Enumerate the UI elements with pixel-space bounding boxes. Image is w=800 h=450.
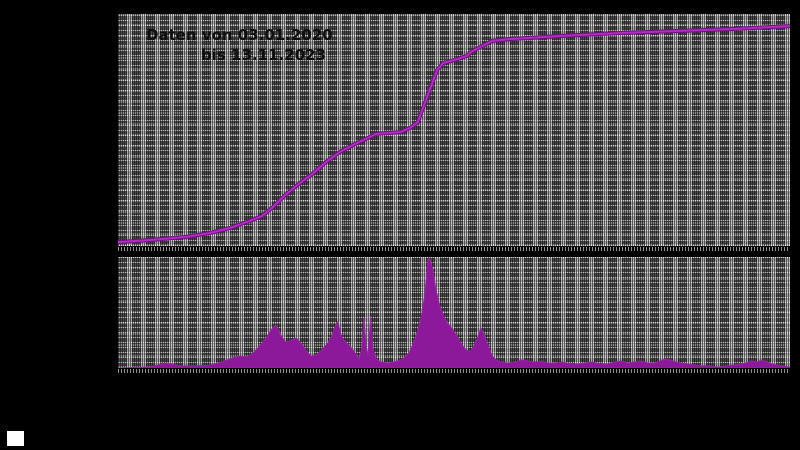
annotation-line-2: bis 13.11.2023 [201, 46, 326, 64]
daily-panel [118, 257, 790, 368]
daily-area-chart [118, 257, 790, 368]
cumulative-panel: Daten von 03.01.2020 bis 13.11.2023 [118, 14, 790, 246]
chart-canvas: Daten von 03.01.2020 bis 13.11.2023 [0, 0, 800, 450]
annotation-line-1: Daten von 03.01.2020 [146, 26, 333, 44]
date-range-annotation: Daten von 03.01.2020 bis 13.11.2023 [146, 25, 333, 65]
bottom-axis-ticks [118, 369, 790, 373]
top-axis-ticks [118, 247, 790, 251]
legend-swatch [7, 431, 24, 446]
